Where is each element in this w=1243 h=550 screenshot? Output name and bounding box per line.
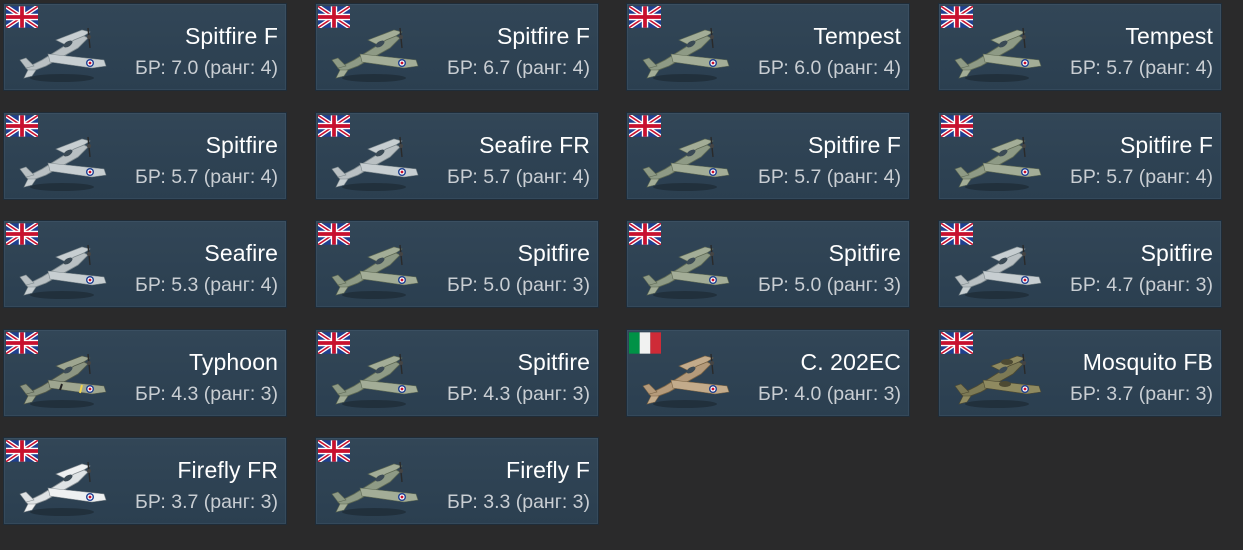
- vehicle-card[interactable]: Firefly F БР: 3.3 (ранг: 3): [315, 437, 599, 525]
- vehicle-battle-rating: БР: 6.0 (ранг: 4): [758, 57, 901, 79]
- vehicle-battle-rating: БР: 7.0 (ранг: 4): [135, 57, 278, 79]
- uk-flag-icon: [627, 4, 663, 30]
- uk-flag-icon: [316, 221, 352, 247]
- vehicle-name: Firefly F: [506, 457, 590, 483]
- vehicle-name: C. 202EC: [800, 349, 901, 375]
- vehicle-battle-rating: БР: 5.7 (ранг: 4): [758, 166, 901, 188]
- vehicle-name: Spitfire: [205, 132, 278, 158]
- vehicle-card[interactable]: Spitfire БР: 5.7 (ранг: 4): [3, 112, 287, 200]
- vehicle-card[interactable]: Seafire БР: 5.3 (ранг: 4): [3, 220, 287, 308]
- uk-flag-icon: [316, 113, 352, 139]
- vehicle-name: Typhoon: [189, 349, 278, 375]
- vehicle-card[interactable]: Spitfire БР: 4.7 (ранг: 3): [938, 220, 1222, 308]
- vehicle-card[interactable]: C. 202EC БР: 4.0 (ранг: 3): [626, 329, 910, 417]
- vehicle-battle-rating: БР: 4.3 (ранг: 3): [135, 383, 278, 405]
- vehicle-card[interactable]: Spitfire F БР: 5.7 (ранг: 4): [938, 112, 1222, 200]
- vehicle-name: Spitfire: [1140, 240, 1213, 266]
- vehicle-battle-rating: БР: 6.7 (ранг: 4): [447, 57, 590, 79]
- vehicle-battle-rating: БР: 5.7 (ранг: 4): [135, 166, 278, 188]
- uk-flag-icon: [4, 4, 40, 30]
- vehicle-card[interactable]: Tempest БР: 5.7 (ранг: 4): [938, 3, 1222, 91]
- vehicle-name: Tempest: [1125, 23, 1213, 49]
- vehicle-card[interactable]: Typhoon БР: 4.3 (ранг: 3): [3, 329, 287, 417]
- vehicle-card[interactable]: Spitfire БР: 5.0 (ранг: 3): [626, 220, 910, 308]
- vehicle-battle-rating: БР: 3.7 (ранг: 3): [1070, 383, 1213, 405]
- vehicle-battle-rating: БР: 5.3 (ранг: 4): [135, 274, 278, 296]
- vehicle-battle-rating: БР: 4.7 (ранг: 3): [1070, 274, 1213, 296]
- uk-flag-icon: [316, 438, 352, 464]
- vehicle-card[interactable]: Firefly FR БР: 3.7 (ранг: 3): [3, 437, 287, 525]
- vehicle-battle-rating: БР: 5.7 (ранг: 4): [447, 166, 590, 188]
- vehicle-battle-rating: БР: 5.0 (ранг: 3): [758, 274, 901, 296]
- vehicle-card[interactable]: Spitfire БР: 5.0 (ранг: 3): [315, 220, 599, 308]
- uk-flag-icon: [4, 438, 40, 464]
- vehicle-battle-rating: БР: 3.7 (ранг: 3): [135, 491, 278, 513]
- vehicle-name: Spitfire F: [1119, 132, 1213, 158]
- vehicle-card[interactable]: Spitfire БР: 4.3 (ранг: 3): [315, 329, 599, 417]
- vehicle-name: Spitfire: [517, 240, 590, 266]
- vehicle-battle-rating: БР: 5.7 (ранг: 4): [1070, 166, 1213, 188]
- uk-flag-icon: [627, 221, 663, 247]
- vehicle-battle-rating: БР: 5.0 (ранг: 3): [447, 274, 590, 296]
- uk-flag-icon: [316, 4, 352, 30]
- uk-flag-icon: [939, 4, 975, 30]
- vehicle-name: Spitfire: [517, 349, 590, 375]
- uk-flag-icon: [939, 330, 975, 356]
- vehicle-name: Tempest: [813, 23, 901, 49]
- vehicle-card[interactable]: Tempest БР: 6.0 (ранг: 4): [626, 3, 910, 91]
- vehicle-name: Firefly FR: [177, 457, 278, 483]
- vehicle-card[interactable]: Spitfire F БР: 5.7 (ранг: 4): [626, 112, 910, 200]
- vehicle-name: Spitfire F: [496, 23, 590, 49]
- italy-flag-icon: [629, 332, 661, 354]
- vehicle-name: Spitfire F: [807, 132, 901, 158]
- vehicle-name: Spitfire: [828, 240, 901, 266]
- vehicle-card[interactable]: Seafire FR БР: 5.7 (ранг: 4): [315, 112, 599, 200]
- vehicle-name: Seafire FR: [479, 132, 590, 158]
- uk-flag-icon: [4, 221, 40, 247]
- uk-flag-icon: [4, 113, 40, 139]
- uk-flag-icon: [316, 330, 352, 356]
- vehicle-card[interactable]: Mosquito FB БР: 3.7 (ранг: 3): [938, 329, 1222, 417]
- vehicle-card[interactable]: Spitfire F БР: 6.7 (ранг: 4): [315, 3, 599, 91]
- vehicle-name: Seafire: [204, 240, 278, 266]
- vehicle-battle-rating: БР: 4.0 (ранг: 3): [758, 383, 901, 405]
- vehicle-card[interactable]: Spitfire F БР: 7.0 (ранг: 4): [3, 3, 287, 91]
- uk-flag-icon: [939, 221, 975, 247]
- uk-flag-icon: [627, 113, 663, 139]
- vehicle-battle-rating: БР: 3.3 (ранг: 3): [447, 491, 590, 513]
- vehicle-name: Mosquito FB: [1082, 349, 1213, 375]
- vehicle-grid: Spitfire F БР: 7.0 (ранг: 4) Spitfire F БР:…: [3, 3, 1243, 550]
- uk-flag-icon: [939, 113, 975, 139]
- vehicle-battle-rating: БР: 4.3 (ранг: 3): [447, 383, 590, 405]
- vehicle-battle-rating: БР: 5.7 (ранг: 4): [1070, 57, 1213, 79]
- uk-flag-icon: [4, 330, 40, 356]
- vehicle-name: Spitfire F: [184, 23, 278, 49]
